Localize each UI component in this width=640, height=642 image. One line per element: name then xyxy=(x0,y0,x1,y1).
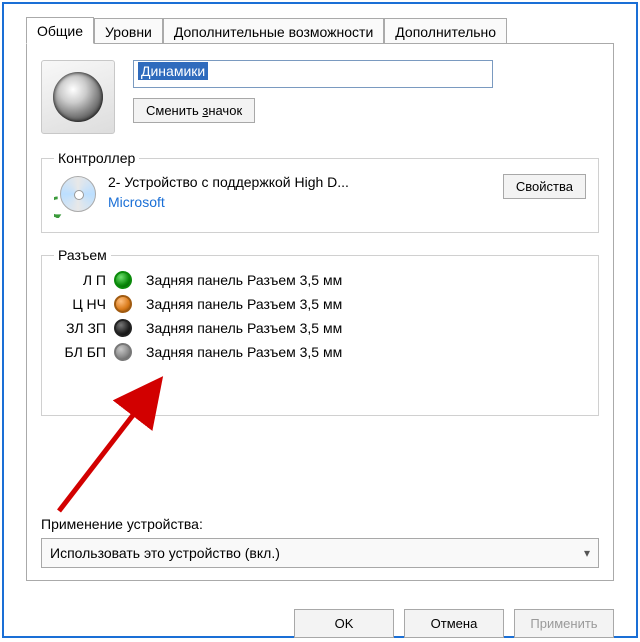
jack-text: Задняя панель Разъем 3,5 мм xyxy=(146,320,586,336)
device-name-input[interactable]: Динамики xyxy=(133,60,493,88)
controller-name: 2- Устройство с поддержкой High D... xyxy=(108,174,493,190)
tab-enhancements[interactable]: Дополнительные возможности xyxy=(163,18,384,44)
jack-label: Ц НЧ xyxy=(54,296,106,312)
jack-label: БЛ БП xyxy=(54,344,106,360)
properties-dialog: Общие Уровни Дополнительные возможности … xyxy=(2,2,638,638)
jack-dot-grey-icon xyxy=(114,343,132,361)
controller-manufacturer[interactable]: Microsoft xyxy=(108,194,493,210)
cancel-button[interactable]: Отмена xyxy=(404,609,504,638)
chevron-down-icon: ▾ xyxy=(584,546,598,560)
controller-legend: Контроллер xyxy=(54,150,139,166)
tab-general[interactable]: Общие xyxy=(26,17,94,44)
jacks-group: Разъем Л П Задняя панель Разъем 3,5 мм Ц… xyxy=(41,247,599,416)
tab-levels[interactable]: Уровни xyxy=(94,18,163,44)
tab-bar: Общие Уровни Дополнительные возможности … xyxy=(4,4,636,43)
jack-grid: Л П Задняя панель Разъем 3,5 мм Ц НЧ Зад… xyxy=(54,271,586,361)
jacks-legend: Разъем xyxy=(54,247,111,263)
jack-text: Задняя панель Разъем 3,5 мм xyxy=(146,296,586,312)
jack-label: ЗЛ ЗП xyxy=(54,320,106,336)
disc-icon xyxy=(54,174,98,218)
jack-dot-black-icon xyxy=(114,319,132,337)
change-icon-button[interactable]: Сменить значок xyxy=(133,98,255,123)
jack-dot-green-icon xyxy=(114,271,132,289)
dialog-footer: OK Отмена Применить xyxy=(294,603,614,638)
tab-advanced[interactable]: Дополнительно xyxy=(384,18,507,44)
controller-group: Контроллер 2- Устройство с поддержкой Hi… xyxy=(41,150,599,233)
device-usage-value: Использовать это устройство (вкл.) xyxy=(50,545,280,561)
controller-properties-button[interactable]: Свойства xyxy=(503,174,586,199)
device-usage-select[interactable]: Использовать это устройство (вкл.) ▾ xyxy=(41,538,599,568)
jack-dot-orange-icon xyxy=(114,295,132,313)
device-header: Динамики Сменить значок xyxy=(41,60,599,134)
apply-button[interactable]: Применить xyxy=(514,609,614,638)
jack-text: Задняя панель Разъем 3,5 мм xyxy=(146,272,586,288)
ok-button[interactable]: OK xyxy=(294,609,394,638)
tab-panel-general: Динамики Сменить значок Контроллер 2- Ус… xyxy=(26,43,614,581)
speaker-icon xyxy=(41,60,115,134)
device-usage-label: Применение устройства: xyxy=(41,516,599,532)
jack-text: Задняя панель Разъем 3,5 мм xyxy=(146,344,586,360)
jack-label: Л П xyxy=(54,272,106,288)
